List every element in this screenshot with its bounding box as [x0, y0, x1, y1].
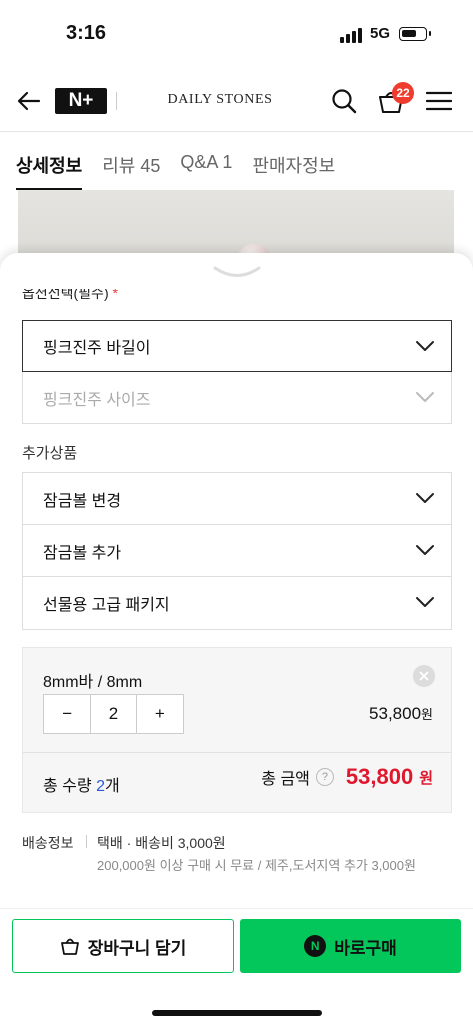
product-tabs: 상세정보 리뷰 45 Q&A 1 판매자정보 — [0, 132, 473, 190]
tab-detail[interactable]: 상세정보 — [16, 132, 83, 190]
total-price-unit: 원 — [419, 769, 433, 787]
option-select-length[interactable]: 핑크진주 바길이 — [22, 320, 452, 372]
selected-option-name: 8mm바 / 8mm — [43, 674, 143, 691]
total-quantity: 총 수량 2개 — [43, 772, 120, 796]
menu-icon[interactable] — [426, 91, 452, 111]
tab-seller-info[interactable]: 판매자정보 — [252, 132, 335, 190]
required-mark: * — [112, 289, 118, 301]
quantity-value[interactable]: 2 — [90, 695, 137, 733]
buy-now-label: 바로구매 — [334, 938, 397, 958]
divider — [23, 752, 451, 753]
product-image — [18, 190, 454, 280]
quantity-stepper: − 2 + — [43, 694, 184, 734]
tab-qna[interactable]: Q&A 1 — [180, 132, 232, 190]
battery-icon — [399, 27, 431, 41]
help-icon[interactable]: ? — [315, 768, 334, 786]
selected-option-box: 8mm바 / 8mm − 2 + 53,800원 총 수량 2개 총 금액 ? … — [22, 647, 452, 813]
total-quantity-unit: 개 — [104, 778, 120, 795]
nav-divider — [116, 92, 117, 110]
line-price-value: 53,800 — [369, 704, 422, 723]
chevron-down-icon — [416, 545, 434, 555]
cart-count-badge: 22 — [392, 82, 414, 104]
total-quantity-label: 총 수량 — [43, 778, 92, 795]
search-icon[interactable] — [330, 87, 358, 115]
addon-section-title: 추가상품 — [22, 445, 78, 462]
addon-gift-package[interactable]: 선물용 고급 패키지 — [23, 577, 451, 629]
network-label: 5G — [370, 25, 391, 42]
add-to-cart-button[interactable]: 장바구니 담기 — [12, 919, 234, 973]
addon-label: 잠금볼 변경 — [43, 492, 122, 510]
sheet-collapse-icon[interactable] — [212, 265, 262, 281]
addon-lock-ball-add[interactable]: 잠금볼 추가 — [23, 525, 451, 577]
shipping-label: 배송정보 — [22, 835, 74, 851]
chevron-down-icon — [416, 341, 434, 351]
option-title-text: 옵션선택(필수) — [22, 289, 109, 301]
plus-button[interactable]: + — [137, 695, 183, 733]
bottom-action-bar: 장바구니 담기 N 바로구매 — [0, 908, 473, 1024]
chevron-down-icon — [416, 493, 434, 503]
chevron-down-icon — [416, 392, 434, 402]
close-icon[interactable] — [413, 665, 435, 687]
addon-label: 잠금볼 추가 — [43, 544, 122, 562]
buy-now-button[interactable]: N 바로구매 — [240, 919, 461, 973]
option-select-length-value: 핑크진주 바길이 — [43, 340, 151, 357]
naver-pay-icon: N — [304, 935, 327, 957]
addon-label: 선물용 고급 패키지 — [43, 597, 170, 614]
option-section-title: 옵션선택(필수) * — [22, 289, 118, 303]
status-time: 3:16 — [66, 22, 107, 44]
home-indicator — [152, 1010, 322, 1016]
line-price: 53,800원 — [369, 704, 433, 724]
store-name[interactable]: DAILY STONES — [130, 92, 310, 108]
tab-reviews[interactable]: 리뷰 45 — [102, 132, 160, 190]
shipping-divider — [86, 835, 87, 848]
line-price-unit: 원 — [421, 707, 433, 722]
signal-icon — [340, 28, 362, 43]
nplus-logo[interactable]: N+ — [55, 88, 107, 114]
total-amount: 총 금액 ? 53,800 원 — [261, 764, 433, 790]
chevron-down-icon — [416, 597, 434, 607]
shopping-bag-icon — [60, 938, 79, 955]
shipping-fee: 택배 · 배송비 3,000원 — [97, 835, 226, 851]
minus-button[interactable]: − — [44, 695, 90, 733]
option-select-size-placeholder: 핑크진주 사이즈 — [43, 391, 151, 409]
shipping-note: 200,000원 이상 구매 시 무료 / 제주,도서지역 추가 3,000원 — [97, 858, 416, 873]
total-price: 53,800 — [345, 764, 414, 789]
add-to-cart-label: 장바구니 담기 — [87, 938, 187, 958]
back-arrow-icon[interactable] — [14, 86, 44, 116]
option-select-size[interactable]: 핑크진주 사이즈 — [22, 372, 452, 424]
total-quantity-value: 2 — [96, 778, 105, 795]
status-bar: 3:16 5G — [0, 0, 473, 60]
total-amount-label: 총 금액 — [261, 771, 310, 788]
top-nav: N+ DAILY STONES 22 — [0, 70, 473, 132]
addon-group: 잠금볼 변경 잠금볼 추가 선물용 고급 패키지 — [22, 472, 452, 630]
addon-lock-ball-change[interactable]: 잠금볼 변경 — [23, 473, 451, 525]
